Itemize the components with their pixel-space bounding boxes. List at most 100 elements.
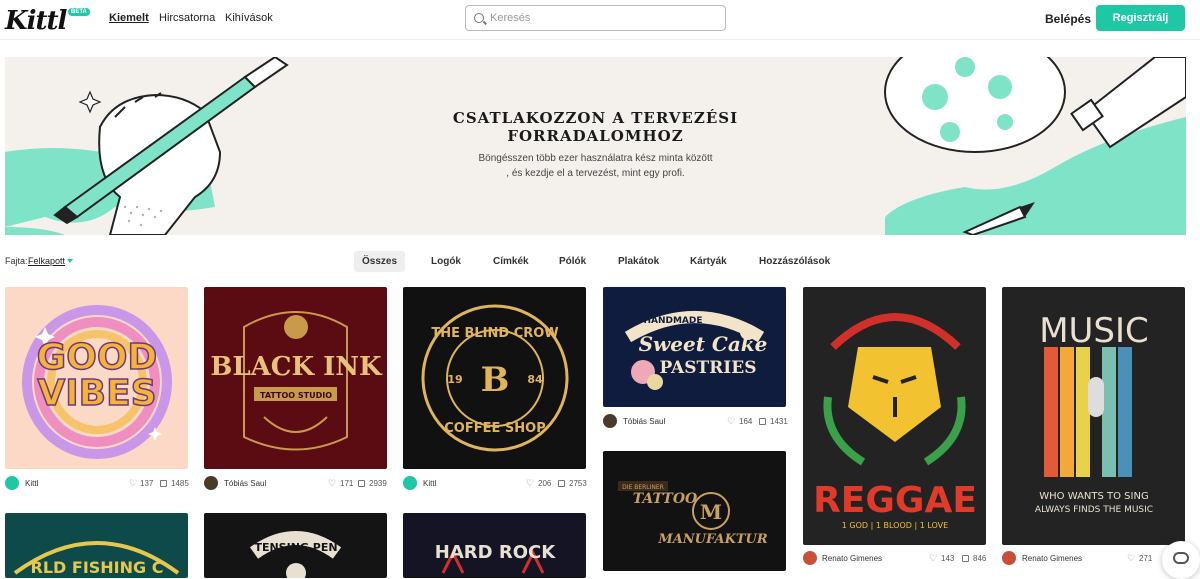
template-card[interactable]: GOOD VIBES	[5, 287, 188, 469]
card-year-left: 19	[447, 373, 462, 386]
banner-subtitle-line2: , és kezdje el a tervezést, mint egy pro…	[506, 168, 685, 179]
banner-subtitle-line1: Böngésszen több ezer használatra kész mi…	[478, 153, 713, 164]
author-name[interactable]: Tóbiás Saul	[224, 479, 266, 488]
card-title: MUSIC	[1039, 311, 1149, 351]
banner-subtitle: Böngésszen több ezer használatra kész mi…	[5, 151, 1186, 181]
author-name[interactable]: Kittl	[423, 479, 436, 488]
author-name[interactable]: Kittl	[25, 479, 38, 488]
search-box[interactable]	[465, 5, 726, 31]
author-name[interactable]: Renato Gimenes	[1022, 554, 1082, 563]
copy-icon[interactable]	[160, 480, 167, 487]
heart-icon[interactable]: ♡	[129, 478, 137, 489]
like-count: 164	[739, 417, 753, 426]
card-artwork: REGGAE 1 GOD | 1 BLOOD | 1 LOVE	[813, 313, 977, 530]
kittl-logo[interactable]: Kittl	[5, 6, 67, 36]
nav-kiemelt[interactable]: Kiemelt	[109, 12, 149, 24]
card-subtitle: 1 GOD | 1 BLOOD | 1 LOVE	[842, 521, 948, 530]
card-subtitle: PASTRIES	[660, 358, 757, 378]
card-artwork: TENSING PEN	[249, 531, 342, 578]
template-card[interactable]: HARD ROCK	[403, 513, 586, 578]
card-subtitle: WHO WANTS TO SING	[1039, 491, 1148, 502]
card-artwork: GOOD VIBES	[22, 305, 172, 459]
card-title: VIBES	[37, 373, 156, 414]
heart-icon[interactable]: ♡	[929, 553, 937, 564]
card-subtitle: COFFEE SHOP	[444, 421, 545, 436]
copy-icon[interactable]	[962, 555, 969, 562]
author-name[interactable]: Tóbiás Saul	[623, 417, 665, 426]
card-artwork: RLD FISHING C	[13, 541, 180, 577]
copy-count: 1431	[770, 417, 788, 426]
author-name[interactable]: Renato Gimenes	[822, 554, 882, 563]
template-card[interactable]: DIE BERLINER TATTOO M MANUFAKTUR	[603, 451, 786, 571]
svg-text:M: M	[700, 500, 722, 524]
card-title: BLACK INK	[210, 352, 383, 382]
heart-icon[interactable]: ♡	[328, 478, 336, 489]
tab-hozzaszolasok[interactable]: Hozzászólások	[751, 251, 838, 272]
banner-title: CSATLAKOZZON A TERVEZÉSI FORRADALOMHOZ	[5, 109, 1186, 145]
copy-icon[interactable]	[358, 480, 365, 487]
copy-count: 2753	[569, 479, 587, 488]
chat-icon	[1173, 552, 1189, 564]
nav-kihivasok[interactable]: Kihívások	[225, 12, 273, 24]
tab-polok[interactable]: Pólók	[551, 251, 594, 272]
banner-title-line2: FORRADALOMHOZ	[507, 127, 684, 145]
copy-count: 1485	[171, 479, 189, 488]
tab-logok[interactable]: Logók	[423, 251, 469, 272]
top-bar: Kittl BETA Kiemelt Hircsatorna Kihívások…	[0, 0, 1200, 40]
hero-banner: CSATLAKOZZON A TERVEZÉSI FORRADALOMHOZ B…	[5, 57, 1186, 235]
like-count: 206	[538, 479, 552, 488]
template-card[interactable]: HANDMADE Sweet Cake PASTRIES	[603, 287, 786, 407]
card-artwork: THE BLIND CROW COFFEE SHOP 19 84 B	[421, 304, 569, 452]
tab-plakatok[interactable]: Plakátok	[610, 251, 667, 272]
avatar[interactable]	[204, 476, 218, 490]
template-card[interactable]: RLD FISHING C	[5, 513, 188, 578]
card-artwork: HARD ROCK	[435, 542, 556, 574]
banner-illustration	[5, 57, 1186, 235]
template-card[interactable]: BLACK INK TATTOO STUDIO	[204, 287, 387, 469]
like-count: 171	[340, 479, 354, 488]
heart-icon[interactable]: ♡	[1127, 553, 1135, 564]
search-input[interactable]	[490, 10, 718, 26]
like-count: 271	[1139, 554, 1153, 563]
svg-text:B: B	[481, 360, 510, 400]
sort-dropdown[interactable]: Felkapott	[28, 256, 65, 266]
card-subtitle-2: ALWAYS FINDS THE MUSIC	[1035, 505, 1153, 515]
card-title: HARD ROCK	[435, 542, 556, 563]
search-icon	[474, 13, 484, 23]
sort-label: Fajta:	[5, 256, 28, 266]
avatar[interactable]	[403, 476, 417, 490]
login-link[interactable]: Belépés	[1045, 12, 1091, 26]
avatar[interactable]	[603, 414, 617, 428]
avatar[interactable]	[1002, 551, 1016, 565]
copy-icon[interactable]	[558, 480, 565, 487]
nav-hircsatorna[interactable]: Hircsatorna	[159, 12, 215, 24]
heart-icon[interactable]: ♡	[526, 478, 534, 489]
register-button[interactable]: Regisztrálj	[1096, 5, 1185, 31]
beta-badge: BETA	[68, 8, 90, 16]
card-artwork: MUSIC WHO WANTS TO SING ALWAYS FINDS THE…	[1035, 311, 1153, 515]
chat-widget-button[interactable]	[1162, 541, 1200, 579]
tab-cimkek[interactable]: Címkék	[485, 251, 537, 272]
copy-icon[interactable]	[759, 418, 766, 425]
card-top-text: DIE BERLINER	[622, 484, 664, 491]
card-subtitle: MANUFAKTUR	[657, 532, 768, 547]
card-artwork: BLACK INK TATTOO STUDIO	[210, 311, 383, 451]
card-title: RLD FISHING C	[31, 558, 164, 577]
tab-kartyak[interactable]: Kártyák	[682, 251, 735, 272]
card-artwork: DIE BERLINER TATTOO M MANUFAKTUR	[618, 481, 768, 547]
caret-down-icon[interactable]	[67, 259, 73, 263]
avatar[interactable]	[803, 551, 817, 565]
card-title: TENSING PEN	[254, 541, 337, 554]
heart-icon[interactable]: ♡	[727, 416, 735, 427]
template-card[interactable]: TENSING PEN	[204, 513, 387, 578]
like-count: 137	[140, 479, 154, 488]
template-card[interactable]: REGGAE 1 GOD | 1 BLOOD | 1 LOVE	[803, 287, 986, 545]
copy-count: 846	[973, 554, 987, 563]
template-card[interactable]: THE BLIND CROW COFFEE SHOP 19 84 B	[403, 287, 586, 469]
copy-count: 2939	[369, 479, 387, 488]
card-artwork: HANDMADE Sweet Cake PASTRIES	[624, 311, 767, 390]
card-top-text: HANDMADE	[643, 316, 702, 326]
tab-osszes[interactable]: Összes	[354, 251, 406, 272]
avatar[interactable]	[5, 476, 19, 490]
template-card[interactable]: MUSIC WHO WANTS TO SING ALWAYS FINDS THE…	[1002, 287, 1185, 545]
